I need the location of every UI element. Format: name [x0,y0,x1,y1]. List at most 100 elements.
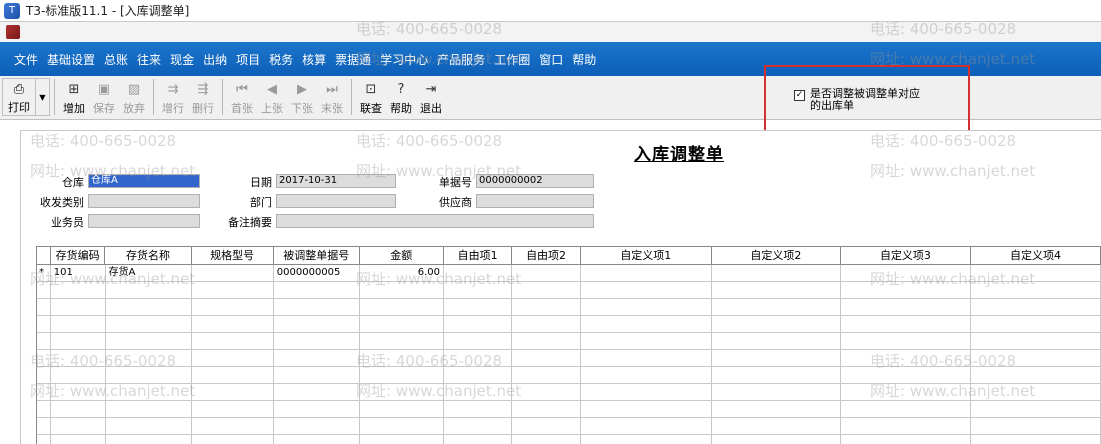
grid-cell[interactable] [360,316,444,332]
col-amount[interactable]: 金额 [360,247,444,264]
table-row[interactable] [37,435,1101,444]
category-field[interactable] [88,194,200,208]
grid-cell[interactable] [712,418,841,434]
grid-cell[interactable] [51,299,106,315]
grid-cell[interactable] [581,299,712,315]
grid-cell[interactable] [581,350,712,366]
table-row[interactable] [37,384,1101,401]
grid-cell[interactable] [712,367,841,383]
grid-cell[interactable] [971,299,1101,315]
grid-cell[interactable] [274,333,360,349]
warehouse-field[interactable]: 仓库A [88,174,200,188]
grid-cell[interactable] [444,435,513,444]
grid-cell[interactable] [51,282,106,298]
clerk-field[interactable] [88,214,200,228]
grid-cell[interactable] [106,367,192,383]
grid-cell[interactable] [512,435,581,444]
add-row-button[interactable]: ⇉ 增行 [158,78,188,116]
last-button[interactable]: ⏭ 末张 [317,78,347,116]
table-row[interactable] [37,299,1101,316]
grid-cell[interactable] [841,384,971,400]
grid-cell[interactable] [360,384,444,400]
grid-cell[interactable] [274,316,360,332]
delete-row-button[interactable]: ⇶ 删行 [188,78,218,116]
cell-adjusted-docno[interactable]: 0000000005 [274,265,360,281]
menu-tax[interactable]: 税务 [269,51,293,68]
col-adjusted-docno[interactable]: 被调整单据号 [274,247,360,264]
col-free-1[interactable]: 自由项1 [444,247,513,264]
exit-button[interactable]: ⇥ 退出 [416,78,446,116]
grid-cell[interactable] [37,316,51,332]
grid-cell[interactable] [192,333,274,349]
col-custom-4[interactable]: 自定义项4 [971,247,1101,264]
grid-cell[interactable] [712,435,841,444]
cell-custom-1[interactable] [581,265,712,281]
grid-cell[interactable] [971,418,1101,434]
grid-cell[interactable] [192,384,274,400]
grid-cell[interactable] [37,435,51,444]
grid-cell[interactable] [274,350,360,366]
grid-cell[interactable] [444,384,513,400]
cell-custom-2[interactable] [712,265,841,281]
menu-learning[interactable]: 学习中心 [380,51,428,68]
grid-cell[interactable] [581,435,712,444]
table-row[interactable] [37,333,1101,350]
grid-cell[interactable] [192,299,274,315]
menu-window[interactable]: 窗口 [539,51,563,68]
grid-cell[interactable] [712,282,841,298]
cell-free-1[interactable] [444,265,513,281]
print-dropdown[interactable]: ▼ [36,78,50,116]
grid-cell[interactable] [512,418,581,434]
col-free-2[interactable]: 自由项2 [512,247,581,264]
grid-cell[interactable] [712,350,841,366]
grid-cell[interactable] [512,333,581,349]
table-row[interactable] [37,418,1101,435]
grid-cell[interactable] [512,282,581,298]
grid-cell[interactable] [274,367,360,383]
add-button[interactable]: ⊞ 增加 [59,78,89,116]
grid-cell[interactable] [106,299,192,315]
menu-transactions[interactable]: 往来 [137,51,161,68]
grid-cell[interactable] [37,333,51,349]
grid-cell[interactable] [971,384,1101,400]
grid-cell[interactable] [51,367,106,383]
supplier-field[interactable] [476,194,594,208]
col-custom-2[interactable]: 自定义项2 [712,247,841,264]
menu-general-ledger[interactable]: 总账 [104,51,128,68]
grid-cell[interactable] [37,367,51,383]
table-row[interactable] [37,350,1101,367]
cell-amount[interactable]: 6.00 [360,265,444,281]
grid-cell[interactable] [37,418,51,434]
grid-cell[interactable] [51,316,106,332]
menu-cash[interactable]: 现金 [170,51,194,68]
grid-cell[interactable] [841,401,971,417]
table-row[interactable] [37,401,1101,418]
grid-cell[interactable] [581,401,712,417]
grid-cell[interactable] [841,435,971,444]
grid-cell[interactable] [971,350,1101,366]
grid-cell[interactable] [581,316,712,332]
cell-item-name[interactable]: 存货A [106,265,192,281]
menu-project[interactable]: 项目 [236,51,260,68]
menu-cashier[interactable]: 出纳 [203,51,227,68]
col-item-code[interactable]: 存货编码 [51,247,106,264]
grid-cell[interactable] [106,418,192,434]
grid-cell[interactable] [444,350,513,366]
grid-cell[interactable] [274,418,360,434]
grid-cell[interactable] [106,350,192,366]
grid-cell[interactable] [106,282,192,298]
col-custom-1[interactable]: 自定义项1 [581,247,712,264]
grid-cell[interactable] [712,299,841,315]
grid-cell[interactable] [37,384,51,400]
grid-cell[interactable] [37,299,51,315]
print-button[interactable]: ⎙ 打印 [2,78,36,116]
grid-cell[interactable] [512,384,581,400]
remark-field[interactable] [276,214,594,228]
grid-cell[interactable] [444,401,513,417]
grid-cell[interactable] [512,401,581,417]
grid-cell[interactable] [581,367,712,383]
grid-cell[interactable] [444,333,513,349]
grid-cell[interactable] [192,418,274,434]
grid-cell[interactable] [192,401,274,417]
grid-cell[interactable] [971,282,1101,298]
